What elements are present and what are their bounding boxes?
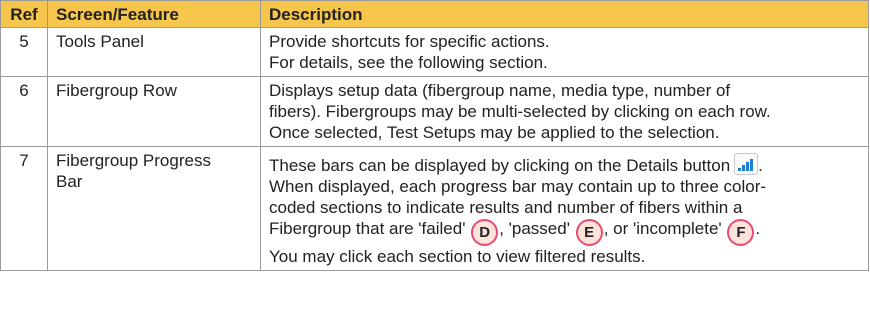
row-ref: 7 (0, 146, 48, 271)
description-line: coded sections to indicate results and n… (269, 198, 743, 217)
description-text: . (755, 219, 761, 238)
row-ref: 6 (0, 76, 48, 147)
row-feature: Tools Panel (47, 27, 261, 77)
table-row: 5 Tools Panel Provide shortcuts for spec… (0, 27, 869, 77)
description-line: Once selected, Test Setups may be applie… (269, 123, 720, 142)
table-row: 7 Fibergroup Progress Bar These bars can… (0, 146, 869, 271)
description-line: Provide shortcuts for specific actions. (269, 32, 550, 51)
row-feature: Fibergroup Row (47, 76, 261, 147)
description-line: You may click each section to view filte… (269, 247, 646, 266)
description-line: Fibergroup that are 'failed' D, 'passed'… (269, 218, 860, 246)
description-line: When displayed, each progress bar may co… (269, 177, 767, 196)
description-text: These bars can be displayed by clicking … (269, 156, 731, 175)
description-text: , 'passed' (499, 219, 570, 238)
reference-table: Ref Screen/Feature Description 5 Tools P… (0, 0, 869, 271)
marker-f-badge: F (727, 219, 755, 246)
row-feature: Fibergroup Progress Bar (47, 146, 261, 271)
header-description: Description (260, 0, 869, 28)
row-description: These bars can be displayed by clicking … (260, 146, 869, 271)
description-text: Fibergroup that are 'failed' (269, 219, 466, 238)
row-description: Provide shortcuts for specific actions. … (260, 27, 869, 77)
header-ref: Ref (0, 0, 48, 28)
table-header-row: Ref Screen/Feature Description (0, 0, 869, 28)
header-feature: Screen/Feature (47, 0, 261, 28)
row-ref: 5 (0, 27, 48, 77)
description-line: These bars can be displayed by clicking … (269, 153, 860, 176)
marker-d-badge: D (471, 219, 499, 246)
marker-e-badge: E (575, 219, 603, 246)
feature-line: Bar (56, 172, 83, 191)
row-description: Displays setup data (fibergroup name, me… (260, 76, 869, 147)
description-line: fibers). Fibergroups may be multi-select… (269, 102, 771, 121)
description-line: Displays setup data (fibergroup name, me… (269, 81, 731, 100)
description-text: , or 'incomplete' (603, 219, 722, 238)
description-text: . (758, 156, 763, 175)
table-row: 6 Fibergroup Row Displays setup data (fi… (0, 76, 869, 147)
signal-bars-icon (734, 153, 759, 175)
feature-line: Fibergroup Progress (56, 151, 211, 170)
description-line: For details, see the following section. (269, 53, 548, 72)
